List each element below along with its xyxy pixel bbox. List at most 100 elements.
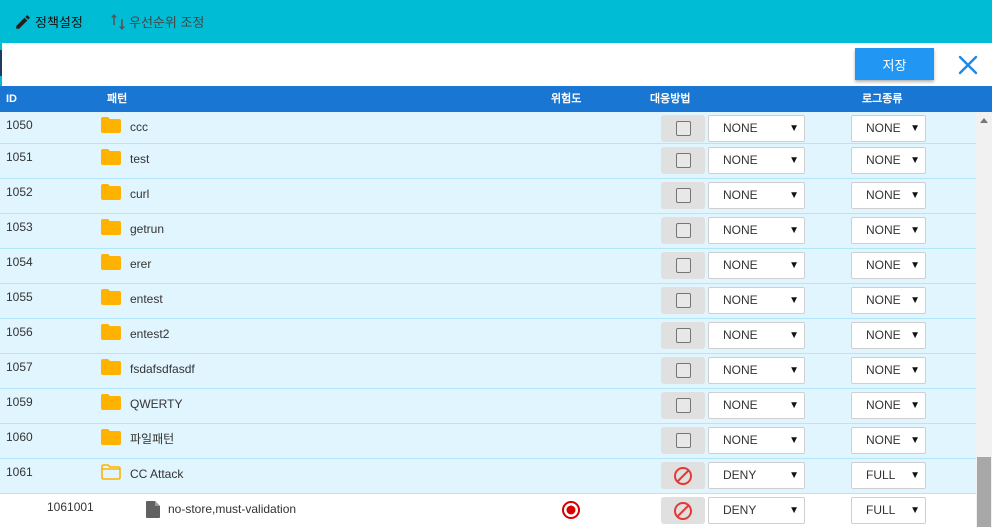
log-type-select[interactable]: FULL ▼ xyxy=(851,462,926,489)
block-icon xyxy=(674,466,692,485)
checkbox-icon[interactable] xyxy=(675,188,691,203)
log-type-select[interactable]: NONE ▼ xyxy=(851,147,926,174)
table-row[interactable]: 1054 erer NONE ▼ NONE ▼ xyxy=(0,249,976,284)
log-type-select[interactable]: NONE ▼ xyxy=(851,182,926,209)
action-select[interactable]: NONE ▼ xyxy=(708,217,805,244)
row-id: 1060 xyxy=(6,430,33,444)
response-toggle[interactable] xyxy=(661,462,705,489)
checkbox-icon[interactable] xyxy=(675,363,691,378)
policy-settings-button[interactable]: 정책설정 xyxy=(14,0,83,43)
log-type-select[interactable]: NONE ▼ xyxy=(851,252,926,279)
table-row[interactable]: 1052 curl NONE ▼ NONE ▼ xyxy=(0,179,976,214)
action-select-value: NONE xyxy=(723,223,758,237)
table-row[interactable]: 1051 test NONE ▼ NONE ▼ xyxy=(0,144,976,179)
row-pattern-name: no-store,must-validation xyxy=(168,502,297,516)
action-select[interactable]: NONE ▼ xyxy=(708,322,805,349)
row-pattern-name: getrun xyxy=(130,222,165,236)
checkbox-icon[interactable] xyxy=(675,293,691,308)
response-toggle[interactable] xyxy=(661,322,705,349)
row-type-icon xyxy=(101,394,121,410)
action-select[interactable]: NONE ▼ xyxy=(708,182,805,209)
folder-icon xyxy=(101,149,121,165)
table-row[interactable]: 1061001 no-store,must-validation DENY ▼ FULL… xyxy=(0,494,976,527)
dropdown-arrow-icon: ▼ xyxy=(789,295,799,306)
table-row[interactable]: 1055 entest NONE ▼ NONE ▼ xyxy=(0,284,976,319)
row-id: 1055 xyxy=(6,290,33,304)
action-select-value: DENY xyxy=(723,503,757,517)
log-type-select[interactable]: NONE ▼ xyxy=(851,115,926,142)
log-type-select-value: FULL xyxy=(866,503,896,517)
dropdown-arrow-icon: ▼ xyxy=(789,190,799,201)
action-select[interactable]: NONE ▼ xyxy=(708,115,805,142)
checkbox-icon[interactable] xyxy=(675,398,691,413)
scroll-up-arrow-icon[interactable] xyxy=(980,118,988,123)
response-toggle[interactable] xyxy=(661,427,705,454)
response-toggle[interactable] xyxy=(661,392,705,419)
column-header-risk[interactable]: 위험도 xyxy=(551,86,581,112)
log-type-select[interactable]: NONE ▼ xyxy=(851,357,926,384)
checkbox-icon[interactable] xyxy=(675,223,691,238)
row-type-icon xyxy=(101,464,121,480)
dropdown-arrow-icon: ▼ xyxy=(789,123,799,134)
row-type-icon xyxy=(101,117,121,133)
checkbox-icon[interactable] xyxy=(675,433,691,448)
priority-adjust-label: 우선순위 조정 xyxy=(129,15,205,30)
action-select[interactable]: NONE ▼ xyxy=(708,427,805,454)
action-select-value: NONE xyxy=(723,293,758,307)
action-select[interactable]: NONE ▼ xyxy=(708,392,805,419)
table-row[interactable]: 1053 getrun NONE ▼ NONE ▼ xyxy=(0,214,976,249)
response-toggle[interactable] xyxy=(661,115,705,142)
table-row[interactable]: 1059 QWERTY NONE ▼ NONE ▼ xyxy=(0,389,976,424)
action-select[interactable]: NONE ▼ xyxy=(708,287,805,314)
response-toggle[interactable] xyxy=(661,182,705,209)
dropdown-arrow-icon: ▼ xyxy=(789,365,799,376)
action-select[interactable]: NONE ▼ xyxy=(708,147,805,174)
priority-adjust-button[interactable]: 우선순위 조정 xyxy=(110,0,204,43)
action-select[interactable]: DENY ▼ xyxy=(708,497,805,524)
action-select[interactable]: NONE ▼ xyxy=(708,252,805,279)
row-id: 1051 xyxy=(6,150,33,164)
action-select-value: NONE xyxy=(723,328,758,342)
folder-icon xyxy=(101,184,121,200)
checkbox-icon[interactable] xyxy=(675,121,691,136)
scrollbar-thumb[interactable] xyxy=(977,457,991,527)
column-header-log-type[interactable]: 로그종류 xyxy=(862,86,902,112)
response-toggle[interactable] xyxy=(661,497,705,524)
row-type-icon xyxy=(101,359,121,375)
log-type-select-value: NONE xyxy=(866,188,901,202)
checkbox-icon[interactable] xyxy=(675,328,691,343)
dropdown-arrow-icon: ▼ xyxy=(910,295,920,306)
column-header-id[interactable]: ID xyxy=(6,86,17,112)
action-select-value: NONE xyxy=(723,121,758,135)
table-row[interactable]: 1056 entest2 NONE ▼ NONE ▼ xyxy=(0,319,976,354)
log-type-select[interactable]: NONE ▼ xyxy=(851,392,926,419)
table-row[interactable]: 1057 fsdafsdfasdf NONE ▼ NONE ▼ xyxy=(0,354,976,389)
column-header-pattern[interactable]: 패턴 xyxy=(107,86,127,112)
dropdown-arrow-icon: ▼ xyxy=(910,400,920,411)
response-toggle[interactable] xyxy=(661,217,705,244)
log-type-select-value: NONE xyxy=(866,328,901,342)
block-icon xyxy=(674,501,692,520)
save-button[interactable]: 저장 xyxy=(855,48,934,80)
response-toggle[interactable] xyxy=(661,357,705,384)
row-id: 1050 xyxy=(6,118,33,132)
column-header-response[interactable]: 대응방법 xyxy=(650,86,690,112)
close-button[interactable] xyxy=(955,52,981,78)
checkbox-icon[interactable] xyxy=(675,258,691,273)
log-type-select[interactable]: NONE ▼ xyxy=(851,287,926,314)
table-row[interactable]: 1050 ccc NONE ▼ NONE ▼ xyxy=(0,112,976,144)
vertical-scrollbar[interactable] xyxy=(976,112,992,527)
response-toggle[interactable] xyxy=(661,252,705,279)
action-select[interactable]: DENY ▼ xyxy=(708,462,805,489)
log-type-select[interactable]: NONE ▼ xyxy=(851,322,926,349)
action-bar xyxy=(0,43,992,86)
table-row[interactable]: 1061 CC Attack DENY ▼ FULL ▼ xyxy=(0,459,976,494)
log-type-select[interactable]: FULL ▼ xyxy=(851,497,926,524)
action-select[interactable]: NONE ▼ xyxy=(708,357,805,384)
checkbox-icon[interactable] xyxy=(675,153,691,168)
log-type-select[interactable]: NONE ▼ xyxy=(851,217,926,244)
response-toggle[interactable] xyxy=(661,287,705,314)
table-row[interactable]: 1060 파일패턴 NONE ▼ NONE ▼ xyxy=(0,424,976,459)
response-toggle[interactable] xyxy=(661,147,705,174)
log-type-select[interactable]: NONE ▼ xyxy=(851,427,926,454)
